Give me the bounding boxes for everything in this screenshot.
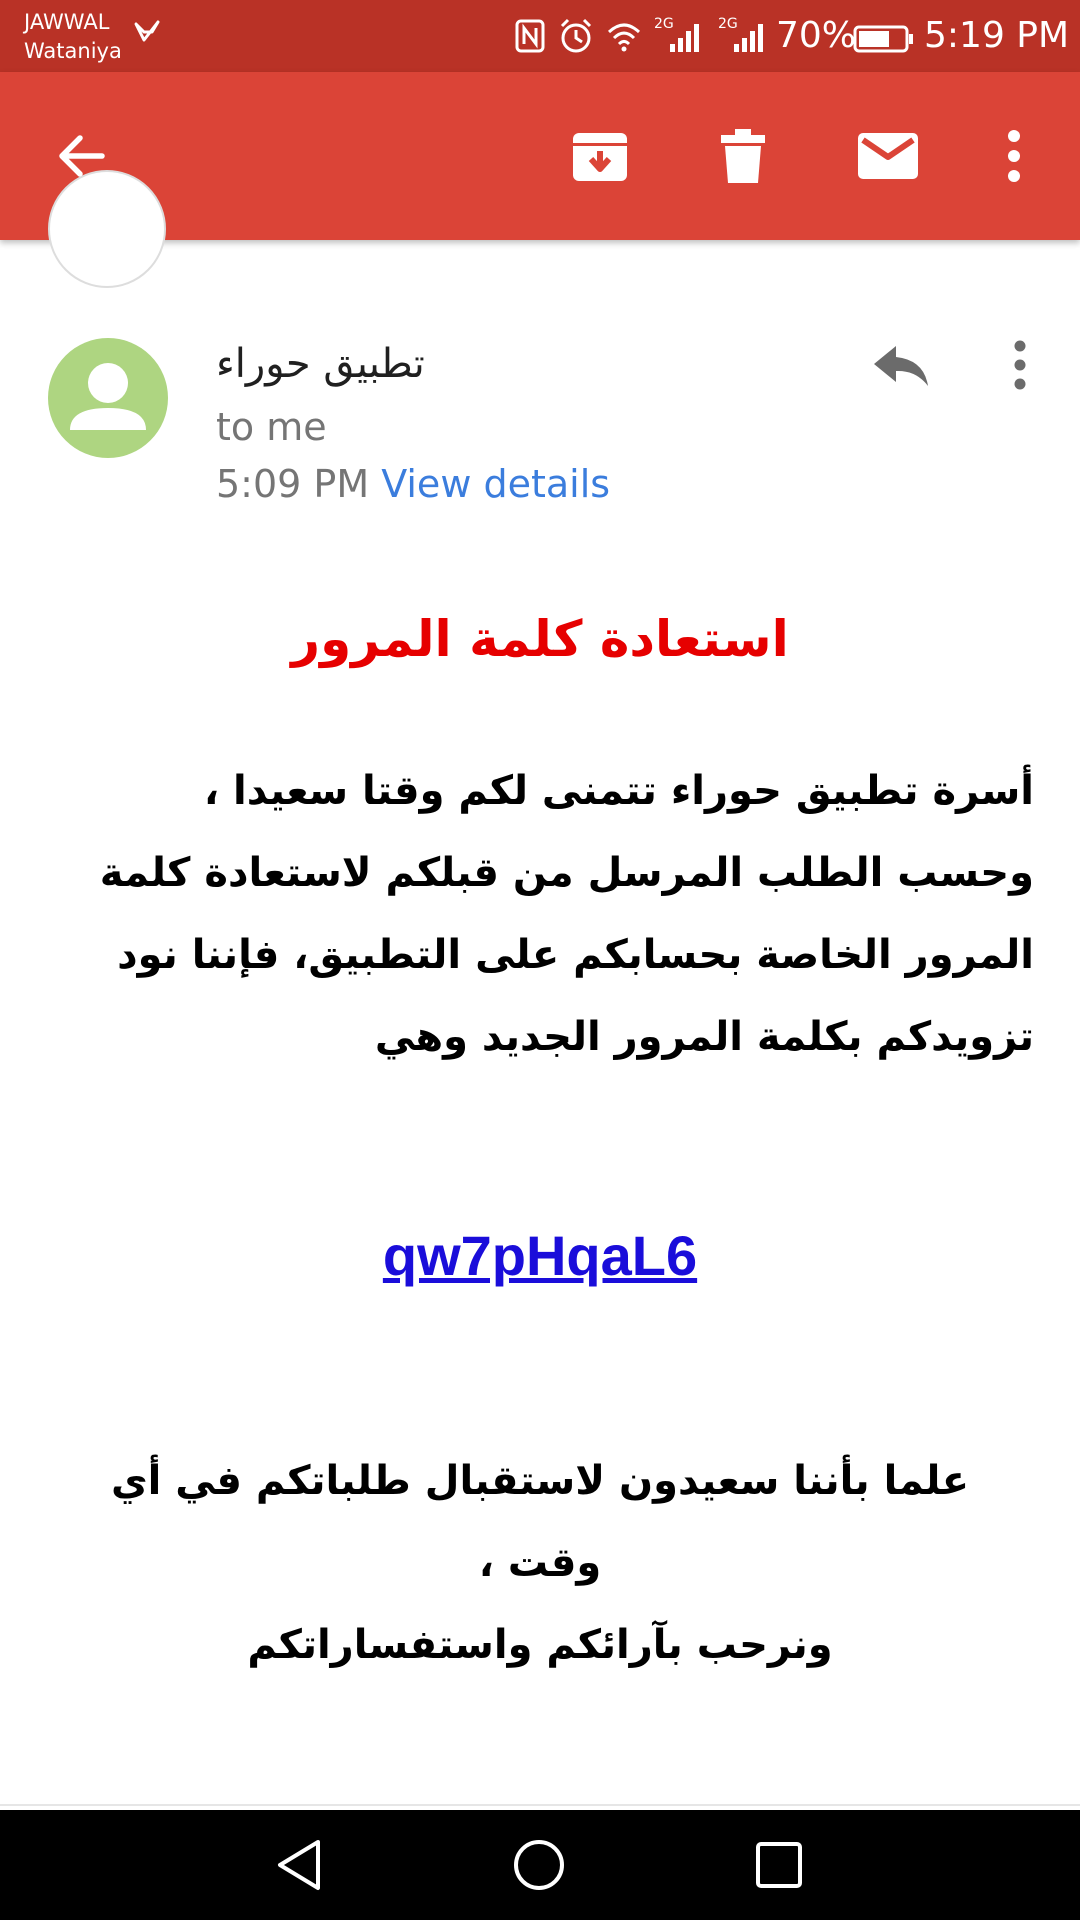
battery-percent: 70% bbox=[776, 15, 857, 56]
carrier-2: Wataniya bbox=[24, 39, 122, 63]
email-heading: استعادة كلمة المرور bbox=[291, 610, 789, 668]
battery-icon bbox=[853, 25, 913, 53]
closing-line-2: ونرحب بآرائكم واستفساراتكم bbox=[247, 1622, 833, 1668]
status-time: 5:19 PM bbox=[924, 15, 1070, 56]
collapsed-message-avatar[interactable] bbox=[48, 170, 166, 288]
overflow-menu-button[interactable] bbox=[974, 116, 1054, 196]
new-password-link[interactable]: qw7pHqaL6 bbox=[0, 1216, 1080, 1296]
alarm-icon bbox=[560, 18, 592, 53]
nav-back-icon bbox=[278, 1840, 320, 1890]
sim-check-icon bbox=[134, 20, 160, 42]
nav-home-button[interactable] bbox=[499, 1830, 579, 1900]
archive-icon bbox=[573, 133, 627, 181]
signal-icon bbox=[734, 24, 763, 52]
more-vert-icon bbox=[1008, 130, 1020, 182]
system-nav-bar bbox=[0, 1810, 1080, 1920]
nav-back-button[interactable] bbox=[259, 1830, 339, 1900]
nav-home-icon bbox=[514, 1840, 564, 1890]
message-meta: 5:09 PM View details bbox=[216, 458, 610, 510]
message-time: 5:09 PM bbox=[216, 462, 370, 506]
mark-unread-icon bbox=[858, 133, 918, 179]
signal-icon bbox=[670, 24, 699, 52]
sender-avatar[interactable] bbox=[48, 338, 168, 458]
carrier-1: JAWWAL bbox=[24, 10, 110, 34]
mark-unread-button[interactable] bbox=[848, 116, 928, 196]
email-screen: JAWWAL Wataniya 2G 2G 70% 5:19 PM تطبيق … bbox=[0, 0, 1080, 1920]
reply-icon bbox=[874, 346, 928, 386]
recipient-label: to me bbox=[216, 405, 327, 449]
nav-recents-icon bbox=[756, 1842, 802, 1888]
closing-line-1: علما بأننا سعيدون لاستقبال طلباتكم في أي… bbox=[110, 1458, 970, 1586]
status-bar: JAWWAL Wataniya 2G 2G 70% 5:19 PM bbox=[0, 0, 1080, 72]
email-closing: علما بأننا سعيدون لاستقبال طلباتكم في أي… bbox=[70, 1440, 1010, 1686]
nfc-icon bbox=[515, 19, 545, 53]
sender-name: تطبيق حوراء bbox=[216, 341, 425, 387]
person-icon bbox=[70, 363, 146, 430]
email-paragraph: أسرة تطبيق حوراء تتمنى لكم وقتا سعيدا ، … bbox=[99, 768, 1034, 1060]
archive-button[interactable] bbox=[560, 116, 640, 196]
wifi-icon bbox=[607, 23, 641, 52]
content-divider bbox=[0, 1804, 1080, 1806]
reply-button[interactable] bbox=[862, 330, 942, 400]
delete-button[interactable] bbox=[703, 116, 783, 196]
view-details-link[interactable]: View details bbox=[381, 462, 610, 506]
delete-icon bbox=[721, 129, 765, 183]
more-vert-icon bbox=[1014, 340, 1026, 390]
nav-recents-button[interactable] bbox=[739, 1830, 819, 1900]
message-more-button[interactable] bbox=[1000, 330, 1040, 400]
carrier-info: JAWWAL Wataniya bbox=[24, 8, 134, 66]
